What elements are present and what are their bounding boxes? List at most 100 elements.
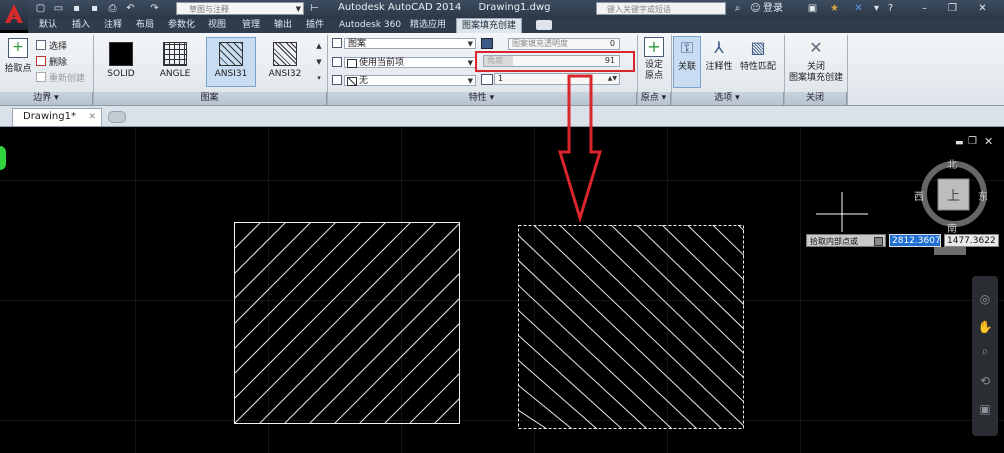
star-icon[interactable]: ★	[828, 2, 841, 15]
recreate-boundary-button[interactable]: 重新创建	[36, 72, 85, 84]
panel-label-origin[interactable]: 原点 ▾	[637, 92, 671, 105]
set-origin-label: 设定 原点	[644, 60, 663, 81]
viewcube-east[interactable]: 东	[978, 188, 988, 203]
dimension-icon[interactable]: ⊢	[308, 2, 321, 15]
hatch-color-select[interactable]: 使用当前项 ▼	[344, 57, 476, 68]
options-arrow-icon[interactable]	[874, 237, 883, 246]
viewcube-top-face[interactable]: 上	[947, 185, 960, 204]
zoom-icon[interactable]: ⌕	[976, 342, 994, 360]
properties-panel-text: 特性	[468, 93, 487, 103]
pan-hand-icon[interactable]: ✋	[976, 318, 994, 336]
undo-icon[interactable]: ↶	[124, 2, 137, 15]
hatched-rectangle[interactable]	[234, 222, 460, 424]
file-name: Drawing1.dwg	[478, 2, 551, 13]
background-color-select[interactable]: 无 ▼	[344, 75, 476, 86]
restore-icon[interactable]: ❐	[946, 2, 959, 15]
tab-manage[interactable]: 管理	[237, 18, 265, 33]
tab-layout[interactable]: 布局	[131, 18, 159, 33]
steering-wheel-icon[interactable]: ◎	[976, 290, 994, 308]
pattern-ansi31[interactable]: ANSI31	[206, 37, 256, 87]
hatch-color-icon	[332, 57, 342, 67]
viewport-close-icon[interactable]: ✕	[984, 135, 993, 148]
help-icon[interactable]: ?	[884, 2, 897, 15]
highlight-box	[475, 51, 635, 72]
minimize-icon[interactable]: –	[918, 2, 931, 15]
viewcube-west[interactable]: 西	[914, 188, 924, 203]
angle-swatch	[163, 42, 187, 66]
pattern-ansi32[interactable]: ANSI32	[262, 38, 308, 86]
autocad-logo-button[interactable]	[0, 0, 28, 30]
tab-annotate[interactable]: 注释	[99, 18, 127, 33]
viewport-minimize-icon[interactable]: ▬	[955, 138, 964, 148]
login-button[interactable]: 登录	[763, 2, 783, 15]
a360-icon[interactable]: ▾	[870, 2, 883, 15]
hatch-type-select[interactable]: 图案 ▼	[344, 38, 476, 49]
associative-button[interactable]: ⚿ 关联	[673, 36, 701, 88]
tab-hatch-creation[interactable]: 图案填充创建	[456, 18, 523, 33]
pattern-angle[interactable]: ANGLE	[152, 38, 198, 86]
panel-label-pattern: 图案	[93, 92, 327, 105]
redo-icon[interactable]: ↷	[148, 2, 161, 15]
status-marker	[0, 146, 6, 170]
recreate-label: 重新创建	[49, 74, 86, 84]
annotative-button[interactable]: ⅄ 注释性	[704, 37, 734, 73]
select-boundary-button[interactable]: 选择	[36, 40, 67, 52]
hatch-type-value: 图案	[348, 39, 367, 49]
window-close-icon[interactable]: ✕	[976, 2, 989, 15]
pattern-solid[interactable]: SOLID	[98, 38, 144, 86]
tab-default[interactable]: 默认	[34, 18, 62, 33]
viewcube-north[interactable]: 北	[947, 156, 957, 171]
tab-plugins[interactable]: 插件	[301, 18, 329, 33]
document-tab-label: Drawing1*	[23, 111, 76, 122]
user-icon[interactable]: ☺	[749, 2, 762, 15]
annotative-label: 注释性	[705, 62, 733, 72]
tab-autodesk-360[interactable]: Autodesk 360	[334, 18, 406, 33]
search-input[interactable]: 键入关键字或短语	[596, 2, 726, 15]
drawing-canvas[interactable]	[0, 127, 1004, 453]
pick-point-button[interactable]: + 拾取点	[4, 38, 32, 74]
save-icon[interactable]: ▪	[70, 2, 83, 15]
new-file-icon[interactable]: ▢	[34, 2, 47, 15]
orbit-icon[interactable]: ⟲	[976, 372, 994, 390]
close-hatch-creation-button[interactable]: ✕ 关闭 图案填充创建	[788, 37, 844, 84]
hatch-preview-rectangle[interactable]	[518, 225, 744, 429]
match-properties-button[interactable]: ▧ 特性匹配	[738, 37, 778, 73]
transparency-icon	[481, 38, 493, 49]
open-file-icon[interactable]: ▭	[52, 2, 65, 15]
tab-featured-apps[interactable]: 精选应用	[405, 18, 451, 33]
boundary-panel-text: 边界	[33, 93, 52, 103]
x-close-icon[interactable]: ✕	[852, 2, 865, 15]
select-label: 选择	[49, 42, 68, 52]
command-tooltip: 拾取内部点或	[806, 234, 886, 247]
grid-line	[800, 127, 801, 453]
tab-view[interactable]: 视图	[203, 18, 231, 33]
panel-label-boundary[interactable]: 边界 ▾	[0, 92, 93, 105]
tab-insert[interactable]: 插入	[67, 18, 95, 33]
viewcube-south[interactable]: 南	[947, 220, 957, 235]
ribbon-options-icon[interactable]	[536, 20, 552, 30]
panel-label-options[interactable]: 选项 ▾	[671, 92, 784, 105]
chevron-down-icon: ▼	[467, 40, 473, 48]
save-as-icon[interactable]: ▪	[88, 2, 101, 15]
close-tab-icon[interactable]: ✕	[88, 109, 96, 125]
tab-output[interactable]: 输出	[269, 18, 297, 33]
exchange-icon[interactable]: ▣	[806, 2, 819, 15]
showmotion-icon[interactable]: ▣	[976, 400, 994, 418]
workspace-select[interactable]: 草图与注释 ▼	[176, 2, 304, 15]
print-icon[interactable]: ⎙	[106, 2, 119, 15]
close-hatch-label: 关闭 图案填充创建	[788, 62, 843, 83]
transparency-slider[interactable]: 图案填充透明度 0	[508, 38, 620, 50]
new-tab-icon[interactable]	[108, 111, 126, 123]
panel-divider	[847, 35, 848, 105]
remove-boundary-button[interactable]: 删除	[36, 56, 67, 68]
pattern-scroll[interactable]: ▲ ▼ ▾	[314, 38, 324, 86]
binoculars-icon[interactable]: ⌕	[731, 2, 744, 15]
set-origin-button[interactable]: + 设定 原点	[642, 37, 666, 82]
transparency-value: 0	[609, 39, 615, 48]
pick-point-icon: +	[8, 38, 28, 58]
tab-parametric[interactable]: 参数化	[163, 18, 200, 33]
viewport-restore-icon[interactable]: ❐	[968, 136, 977, 147]
document-tab[interactable]: Drawing1* ✕	[12, 108, 102, 126]
annotative-icon: ⅄	[714, 38, 724, 57]
grid-line	[0, 300, 1004, 301]
